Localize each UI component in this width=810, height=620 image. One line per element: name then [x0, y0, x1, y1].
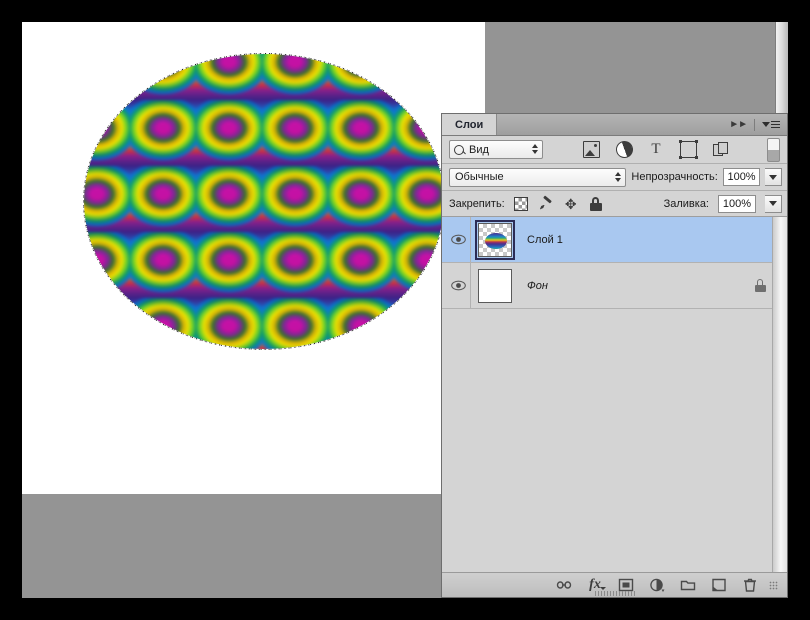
search-icon — [454, 144, 464, 155]
panel-menu-triangle — [762, 122, 770, 127]
filter-enable-toggle[interactable] — [767, 137, 780, 162]
blend-mode-stepper-icon[interactable] — [615, 171, 622, 182]
pattern-band-overlay — [84, 54, 444, 349]
lock-all-icon[interactable] — [589, 196, 603, 211]
delete-layer-button[interactable] — [742, 577, 758, 593]
new-layer-button[interactable] — [711, 577, 727, 593]
layer-thumbnail[interactable] — [475, 219, 515, 260]
filter-smart-objects-icon[interactable] — [712, 142, 728, 157]
filter-type-layers-icon[interactable]: T — [649, 142, 664, 157]
opacity-dropdown-icon[interactable] — [765, 168, 782, 186]
canvas-area[interactable] — [22, 22, 485, 494]
rainbow-pattern — [84, 54, 444, 349]
app-root: Слои ►► Вид T Обычные Непрозрачность: 10… — [0, 0, 810, 620]
layer-locked-icon — [754, 279, 766, 292]
blend-mode-select[interactable]: Обычные — [449, 167, 627, 187]
pattern-fill-ellipse — [84, 54, 444, 349]
layer-name-label[interactable]: Фон — [519, 280, 748, 292]
lock-image-pixels-icon[interactable] — [539, 197, 553, 211]
layer-thumbnail-content — [485, 232, 507, 249]
lock-position-icon[interactable]: ✥ — [564, 197, 578, 211]
lock-row: Закрепить: ✥ Заливка: 100% — [442, 191, 787, 217]
opacity-value[interactable]: 100% — [722, 168, 761, 186]
link-layers-button[interactable] — [556, 577, 572, 593]
layer-list-container: Слой 1 Фон — [442, 217, 787, 572]
lock-icon-group: ✥ — [513, 196, 603, 211]
tab-layers[interactable]: Слои — [442, 114, 498, 135]
filter-type-icons: T — [549, 138, 761, 161]
layer-lock-cell — [748, 279, 772, 292]
panel-tab-bar: Слои ►► — [442, 114, 787, 136]
new-adjustment-layer-button[interactable] — [649, 577, 665, 593]
fill-label: Заливка: — [663, 197, 709, 210]
panel-menu-lines — [771, 121, 780, 128]
panel-resize-grip[interactable] — [769, 580, 778, 590]
fill-value[interactable]: 100% — [718, 194, 756, 213]
table-row[interactable]: Слой 1 — [442, 217, 772, 263]
layer-list-empty-area[interactable] — [442, 309, 772, 572]
layer-list-scrollbar[interactable] — [772, 217, 787, 572]
layer-thumbnail-cell[interactable] — [471, 219, 519, 260]
fill-dropdown-icon[interactable] — [765, 194, 782, 213]
layer-list: Слой 1 Фон — [442, 217, 772, 572]
canvas-outside-area — [22, 494, 485, 598]
new-group-button[interactable] — [680, 577, 696, 593]
tab-layers-label: Слои — [455, 118, 484, 131]
table-row[interactable]: Фон — [442, 262, 772, 309]
layer-thumbnail-cell[interactable] — [471, 268, 519, 303]
filter-kind-select[interactable]: Вид — [449, 140, 543, 159]
filter-pixel-layers-icon[interactable] — [582, 141, 600, 158]
layer-thumbnail[interactable] — [478, 268, 512, 303]
layers-panel: Слои ►► Вид T Обычные Непрозрачность: 10… — [441, 113, 788, 598]
lock-label: Закрепить: — [449, 197, 505, 210]
filter-kind-label: Вид — [469, 143, 489, 156]
filter-adjustment-layers-icon[interactable] — [613, 138, 635, 161]
layer-visibility-icon[interactable] — [448, 233, 468, 247]
opacity-label: Непрозрачность: — [631, 171, 718, 183]
tab-bar-filler — [497, 114, 729, 135]
panel-menu-icon[interactable] — [762, 121, 780, 128]
blend-mode-value: Обычные — [455, 171, 504, 183]
layer-visibility-icon[interactable] — [448, 279, 468, 293]
stepper-updown-icon[interactable] — [532, 144, 538, 154]
filter-shape-layers-icon[interactable] — [678, 140, 698, 159]
layer-name-label[interactable]: Слой 1 — [519, 234, 748, 246]
panel-tab-tools: ►► — [729, 114, 787, 135]
panel-drag-grip[interactable] — [594, 591, 635, 596]
lock-transparent-pixels-icon[interactable] — [513, 196, 528, 211]
collapse-to-icons-icon[interactable]: ►► — [729, 119, 748, 130]
layer-filter-row: Вид T — [442, 136, 787, 164]
tab-tools-divider — [754, 118, 755, 131]
blend-mode-row: Обычные Непрозрачность: 100% — [442, 164, 787, 191]
document-window — [22, 22, 485, 598]
